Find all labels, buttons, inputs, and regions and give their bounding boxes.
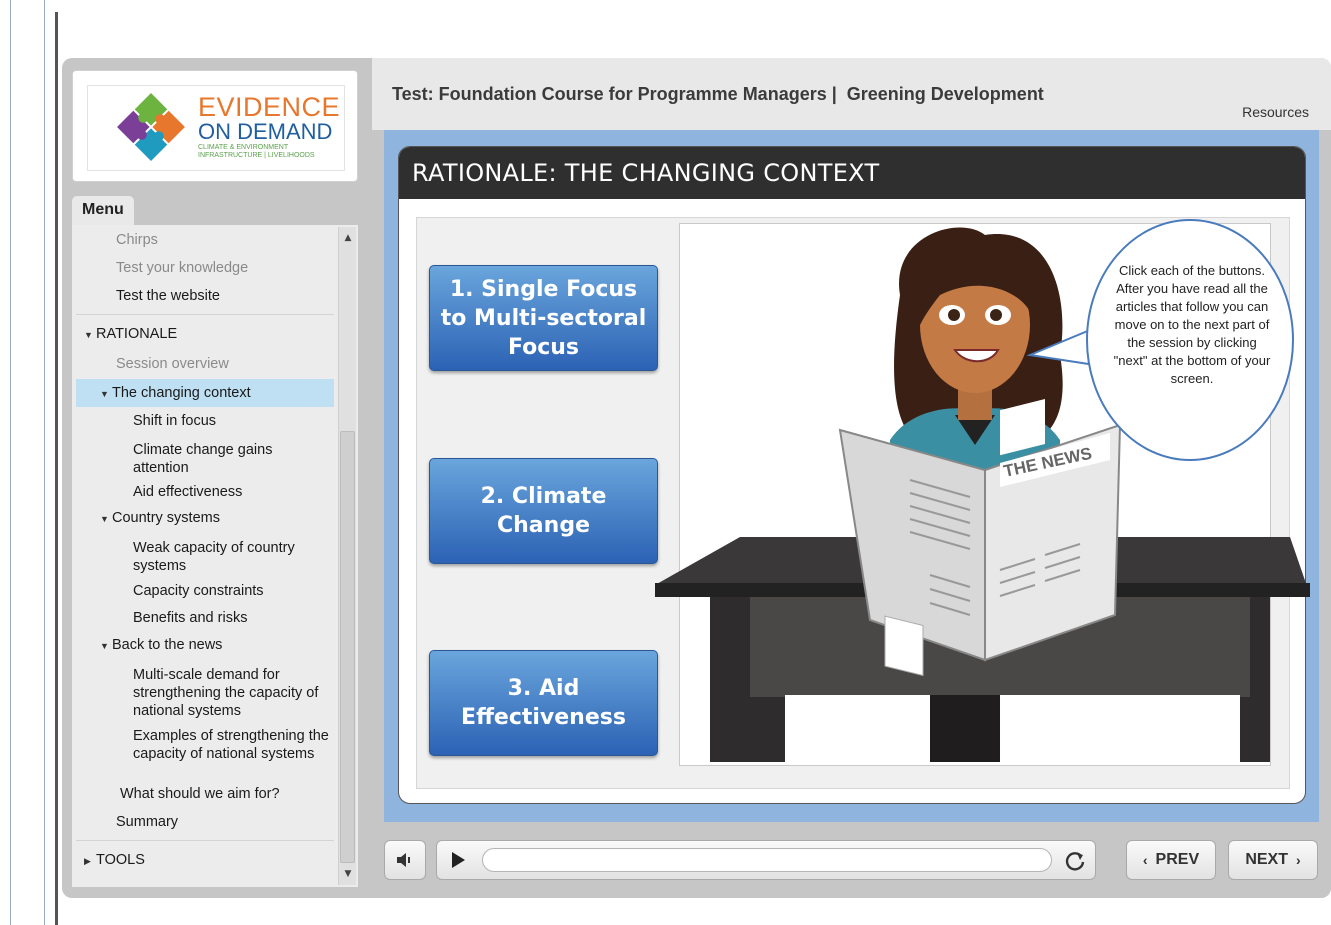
course-title: Test: Foundation Course for Programme Ma… (392, 84, 1044, 104)
menu-item-changing-context[interactable]: ▼ The changing context (76, 379, 334, 407)
volume-icon (397, 853, 410, 867)
divider (44, 0, 45, 925)
menu-item-label: Climate change gains attention (133, 442, 273, 476)
puzzle-logo-icon (117, 93, 185, 161)
divider (10, 0, 11, 925)
menu-scrollbar[interactable]: ▲ ▼ (338, 227, 356, 885)
expand-triangle-icon: ▼ (100, 641, 109, 651)
progress-bar[interactable] (482, 848, 1052, 872)
menu-item-label: Back to the news (112, 637, 223, 653)
replay-button[interactable] (1064, 850, 1086, 876)
slide-title-bar: RATIONALE: THE CHANGING CONTEXT (399, 147, 1305, 199)
next-button[interactable]: NEXT › (1228, 840, 1318, 880)
menu-item-chirps[interactable]: Chirps (76, 231, 334, 249)
logo-panel: EVIDENCE ON DEMAND CLIMATE & ENVIRONMENT… (72, 70, 358, 182)
browser-left-edge (0, 0, 60, 925)
topic-button-climate-change[interactable]: 2. Climate Change (429, 458, 658, 564)
logo-tagline-2: INFRASTRUCTURE | LIVELIHOODS (198, 152, 315, 159)
menu-item-test-knowledge[interactable]: Test your knowledge (76, 259, 334, 277)
menu-item-shift-in-focus[interactable]: Shift in focus (76, 412, 334, 430)
menu-item-benefits-risks[interactable]: Benefits and risks (76, 609, 334, 627)
menu-section-label: RATIONALE (96, 326, 178, 342)
volume-button[interactable] (384, 840, 426, 880)
menu-item-weak-capacity[interactable]: Weak capacity of country systems (76, 539, 326, 575)
menu-item-label: Country systems (112, 510, 220, 526)
topic-button-single-focus[interactable]: 1. Single Focus to Multi-sectoral Focus (429, 265, 658, 371)
expand-triangle-icon: ▼ (84, 330, 93, 340)
divider (76, 314, 334, 315)
divider (55, 12, 58, 925)
expand-triangle-icon: ▼ (100, 514, 109, 524)
logo-tagline: CLIMATE & ENVIRONMENT INFRASTRUCTURE | L… (198, 144, 338, 160)
prev-button[interactable]: ‹ PREV (1126, 840, 1216, 880)
chevron-right-icon: › (1296, 852, 1301, 868)
menu-item-back-to-news[interactable]: ▼ Back to the news (76, 636, 334, 655)
menu-item-multi-scale-demand[interactable]: Multi-scale demand for strengthening the… (76, 666, 330, 720)
scroll-up-arrow-icon[interactable]: ▲ (339, 229, 357, 247)
menu-list: Chirps Test your knowledge Test the webs… (76, 225, 336, 887)
expand-triangle-icon: ▼ (100, 389, 109, 399)
slide-title: RATIONALE: THE CHANGING CONTEXT (412, 159, 880, 187)
next-label: NEXT (1245, 851, 1288, 868)
menu-section-label: TOOLS (96, 852, 145, 868)
page: EVIDENCE ON DEMAND CLIMATE & ENVIRONMENT… (0, 0, 1331, 925)
menu-item-country-systems[interactable]: ▼ Country systems (76, 509, 334, 528)
logo-tagline-1: CLIMATE & ENVIRONMENT (198, 144, 289, 151)
logo: EVIDENCE ON DEMAND CLIMATE & ENVIRONMENT… (87, 85, 345, 171)
logo-subtitle: ON DEMAND (198, 119, 333, 144)
divider (76, 840, 334, 841)
menu-item-what-aim-for[interactable]: What should we aim for? (76, 785, 334, 803)
menu-panel: Chirps Test your knowledge Test the webs… (72, 225, 358, 887)
menu-item-examples-strengthening[interactable]: Examples of strengthening the capacity o… (76, 727, 330, 763)
play-icon (452, 852, 465, 868)
speech-bubble-text: Click each of the buttons. After you hav… (1113, 263, 1271, 386)
collapse-triangle-icon: ▶ (84, 856, 91, 866)
tab-menu[interactable]: Menu (72, 196, 134, 226)
chevron-left-icon: ‹ (1142, 852, 1148, 868)
scrollbar-thumb[interactable] (340, 431, 355, 863)
menu-item-climate-change-gains[interactable]: Climate change gains attention (76, 441, 316, 477)
menu-item-session-overview[interactable]: Session overview (76, 355, 334, 373)
menu-item-capacity-constraints[interactable]: Capacity constraints (76, 582, 334, 600)
menu-item-aid-effectiveness[interactable]: Aid effectiveness (76, 483, 334, 501)
course-header: Test: Foundation Course for Programme Ma… (372, 58, 1331, 130)
menu-section-rationale[interactable]: ▼ RATIONALE (76, 325, 334, 344)
menu-item-test-website[interactable]: Test the website (76, 287, 334, 305)
menu-item-summary[interactable]: Summary (76, 813, 334, 831)
prev-label: PREV (1155, 851, 1200, 868)
play-button[interactable] (450, 851, 466, 873)
topic-button-aid-effectiveness[interactable]: 3. Aid Effectiveness (429, 650, 658, 756)
menu-item-label: The changing context (112, 385, 251, 401)
scroll-down-arrow-icon[interactable]: ▼ (339, 865, 357, 883)
resources-link[interactable]: Resources (1242, 104, 1309, 120)
replay-icon (1065, 852, 1085, 871)
menu-section-tools[interactable]: ▶ TOOLS (76, 851, 334, 870)
